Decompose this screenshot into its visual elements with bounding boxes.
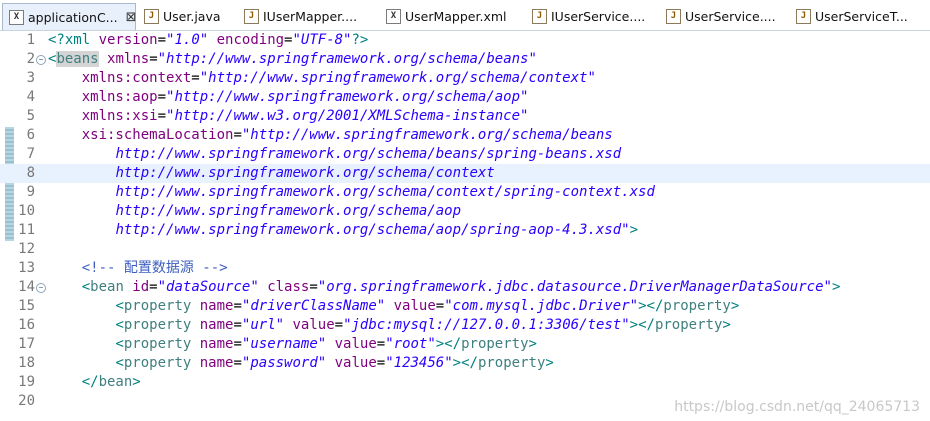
fold-toggle-icon[interactable]: −	[36, 55, 46, 65]
code-text: xmlns:aop="http://www.springframework.or…	[81, 89, 529, 105]
code-line[interactable]: 4 xmlns:aop="http://www.springframework.…	[0, 88, 930, 107]
code-text: http://www.springframework.org/schema/ao…	[115, 222, 639, 238]
tab-userservice[interactable]: J UserService....	[660, 5, 776, 27]
tab-label: UserService....	[685, 8, 776, 24]
tab-label: applicationC...	[28, 9, 118, 25]
code-text: <beans xmlns="http://www.springframework…	[48, 51, 537, 67]
tab-user-java[interactable]: J User.java	[138, 5, 221, 27]
java-file-icon: J	[144, 8, 159, 24]
code-line[interactable]: 19 </bean>	[0, 373, 930, 392]
tab-label: UserServiceT...	[815, 8, 908, 24]
code-line[interactable]: 14− <bean id="dataSource" class="org.spr…	[0, 278, 930, 297]
tab-label: IUserMapper....	[263, 8, 358, 24]
line-number: 15	[18, 298, 35, 314]
fold-toggle-icon[interactable]: −	[36, 283, 46, 293]
code-text: <property name="username" value="root"><…	[115, 336, 537, 352]
code-line[interactable]: 8 http://www.springframework.org/schema/…	[0, 164, 930, 183]
code-text: http://www.springframework.org/schema/co…	[115, 184, 655, 200]
line-number: 4	[26, 89, 35, 105]
line-number: 20	[18, 393, 35, 409]
code-text: <?xml version="1.0" encoding="UTF-8"?>	[48, 32, 369, 48]
close-icon[interactable]: ⊠	[126, 10, 137, 25]
code-line[interactable]: 3 xmlns:context="http://www.springframew…	[0, 69, 930, 88]
code-text: <bean id="dataSource" class="org.springf…	[81, 279, 841, 295]
java-file-icon: J	[244, 8, 259, 24]
line-number: 13	[18, 260, 35, 276]
line-number: 12	[18, 241, 35, 257]
line-number: 18	[18, 355, 35, 371]
code-text: xmlns:context="http://www.springframewor…	[81, 70, 596, 86]
code-text: <property name="driverClassName" value="…	[115, 298, 740, 314]
code-line[interactable]: 17 <property name="username" value="root…	[0, 335, 930, 354]
code-text: </bean>	[81, 374, 141, 390]
line-number: 8	[26, 165, 35, 181]
code-line[interactable]: 12	[0, 240, 930, 259]
tab-label: UserMapper.xml	[405, 8, 507, 24]
line-number: 16	[18, 317, 35, 333]
xml-file-icon: X	[9, 9, 24, 25]
code-line[interactable]: 10 http://www.springframework.org/schema…	[0, 202, 930, 221]
line-number: 19	[18, 374, 35, 390]
xml-file-icon: X	[386, 8, 401, 24]
code-line[interactable]: 15 <property name="driverClassName" valu…	[0, 297, 930, 316]
java-file-icon: J	[666, 8, 681, 24]
java-file-icon: J	[796, 8, 811, 24]
code-line[interactable]: 16 <property name="url" value="jdbc:mysq…	[0, 316, 930, 335]
line-number: 17	[18, 336, 35, 352]
code-text: <!-- 配置数据源 -->	[81, 260, 228, 276]
code-text: xmlns:xsi="http://www.w3.org/2001/XMLSch…	[81, 108, 529, 124]
code-line[interactable]: 7 http://www.springframework.org/schema/…	[0, 145, 930, 164]
code-text: xsi:schemaLocation="http://www.springfra…	[81, 127, 613, 143]
code-text: <property name="url" value="jdbc:mysql:/…	[115, 317, 731, 333]
code-text: http://www.springframework.org/schema/be…	[115, 146, 622, 162]
code-text: <property name="password" value="123456"…	[115, 355, 554, 371]
tab-label: IUserService....	[551, 8, 646, 24]
code-text: http://www.springframework.org/schema/co…	[115, 165, 495, 181]
tab-userservice-test[interactable]: J UserServiceT...	[790, 5, 908, 27]
code-line[interactable]: 2− <beans xmlns="http://www.springframewo…	[0, 50, 930, 69]
line-number: 7	[26, 146, 35, 162]
java-file-icon: J	[532, 8, 547, 24]
line-number: 3	[26, 70, 35, 86]
code-editor[interactable]: 1 <?xml version="1.0" encoding="UTF-8"?> 2…	[0, 31, 930, 421]
tab-usermapper-xml[interactable]: X UserMapper.xml	[380, 5, 507, 27]
line-number: 11	[18, 222, 35, 238]
code-line[interactable]: 9 http://www.springframework.org/schema/…	[0, 183, 930, 202]
tab-application-context[interactable]: X applicationC... ⊠	[2, 3, 137, 30]
tab-iusermapper[interactable]: J IUserMapper....	[238, 5, 357, 27]
line-number: 10	[18, 203, 35, 219]
line-number: 5	[26, 108, 35, 124]
line-number: 6	[26, 127, 35, 143]
code-line[interactable]: 5 xmlns:xsi="http://www.w3.org/2001/XMLS…	[0, 107, 930, 126]
editor-tab-bar: X applicationC... ⊠ J User.java J IUserM…	[0, 0, 930, 31]
code-text: http://www.springframework.org/schema/ao…	[115, 203, 462, 219]
tab-label: User.java	[163, 8, 221, 24]
code-line[interactable]: 18 <property name="password" value="1234…	[0, 354, 930, 373]
line-number: 9	[26, 184, 35, 200]
line-number: 14	[18, 279, 35, 295]
code-line[interactable]: 11 http://www.springframework.org/schema…	[0, 221, 930, 240]
line-number: 1	[26, 32, 35, 48]
tab-iuserservice[interactable]: J IUserService....	[526, 5, 645, 27]
line-number: 2	[26, 51, 35, 67]
code-line[interactable]: 6 xsi:schemaLocation="http://www.springf…	[0, 126, 930, 145]
code-line[interactable]: 1 <?xml version="1.0" encoding="UTF-8"?>	[0, 31, 930, 50]
watermark: https://blog.csdn.net/qq_24065713	[674, 399, 920, 415]
code-line[interactable]: 13 <!-- 配置数据源 -->	[0, 259, 930, 278]
